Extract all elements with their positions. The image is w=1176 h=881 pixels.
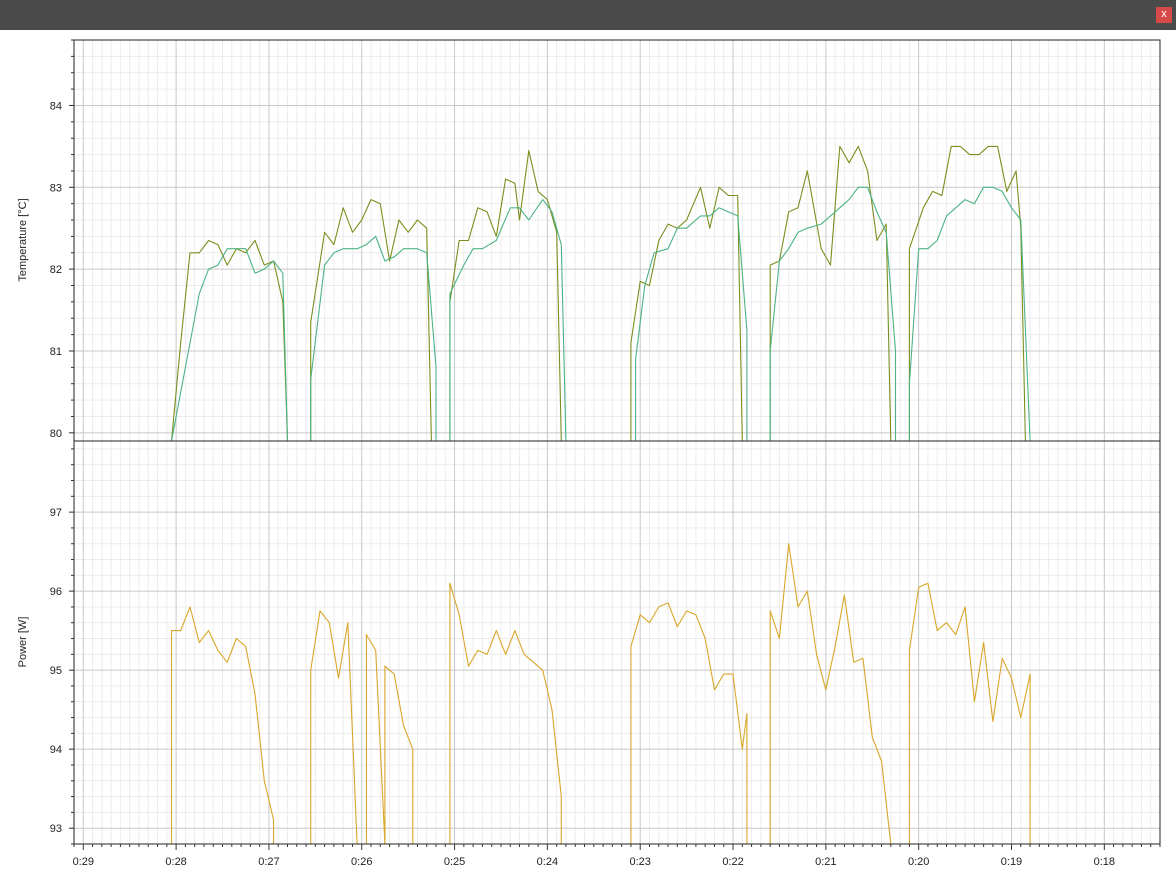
x-tick-label: 0:21	[815, 856, 836, 868]
x-tick-label: 0:20	[908, 856, 929, 868]
y-tick-label: 81	[50, 346, 62, 358]
x-tick-label: 0:22	[722, 856, 743, 868]
power-axis-title: Power [W]	[17, 617, 29, 668]
plot-frame	[73, 440, 1161, 845]
y-tick-label: 97	[50, 507, 62, 519]
x-tick-label: 0:18	[1094, 856, 1115, 868]
x-tick-label: 0:26	[351, 856, 372, 868]
x-tick-label: 0:19	[1001, 856, 1022, 868]
y-tick-label: 95	[50, 665, 62, 677]
plot-frame	[73, 39, 1161, 442]
series-1-line	[630, 602, 748, 844]
y-tick-label: 93	[50, 823, 62, 835]
y-tick-label: 80	[50, 428, 62, 440]
series-2-line	[449, 199, 567, 442]
close-button[interactable]: x	[1156, 7, 1172, 23]
x-tick-label: 0:29	[73, 856, 94, 868]
x-tick-label: 0:28	[165, 856, 186, 868]
y-tick-label: 94	[50, 744, 62, 756]
y-tick-label: 96	[50, 586, 62, 598]
x-tick-label: 0:24	[537, 856, 558, 868]
temperature-axis-title: Temperature [°C]	[17, 198, 29, 281]
series-1-line	[170, 239, 289, 442]
series-2-line	[635, 207, 748, 441]
y-tick-label: 84	[50, 100, 62, 112]
series-2-line	[170, 248, 289, 442]
x-tick-label: 0:23	[629, 856, 650, 868]
window-titlebar: x	[0, 0, 1176, 30]
y-tick-label: 82	[50, 264, 62, 276]
chart-area: Temperature [°C] Power [W] 80 81 82 83 84 93 9…	[17, 39, 1161, 868]
x-tick-label: 0:27	[258, 856, 279, 868]
series-1-line	[449, 149, 562, 442]
y-tick-label: 83	[50, 182, 62, 194]
x-tick-label: 0:25	[444, 856, 465, 868]
series-1-line	[908, 145, 1026, 442]
